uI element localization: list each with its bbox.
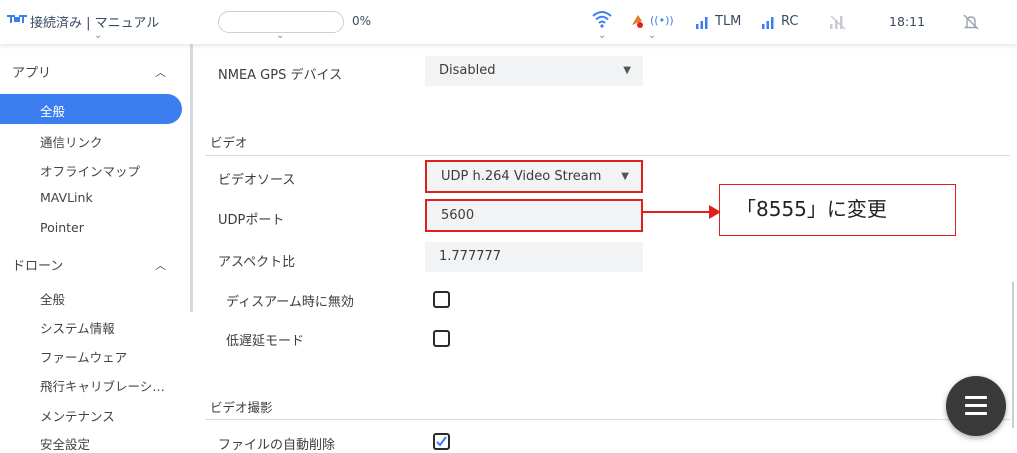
udp-port-input[interactable]: 5600: [425, 199, 643, 232]
low-latency-checkbox[interactable]: [433, 330, 450, 347]
sidebar-item-maintenance[interactable]: メンテナンス: [40, 406, 115, 425]
disable-on-disarm-checkbox[interactable]: [433, 291, 450, 308]
no-signal-icon[interactable]: [829, 14, 847, 34]
chevron-down-icon[interactable]: ⌄: [648, 30, 656, 41]
annotation-callout: 「8555」に変更: [719, 184, 956, 236]
chevron-up-icon[interactable]: ︿: [155, 257, 166, 273]
auto-delete-checkbox[interactable]: [433, 433, 450, 450]
sidebar-item-general[interactable]: 全般: [0, 94, 182, 124]
tlm-label[interactable]: TLM: [715, 14, 741, 29]
aspect-ratio-value: 1.777777: [439, 249, 502, 264]
dropdown-arrow-icon: ▼: [621, 171, 629, 182]
sidebar-item-firmware[interactable]: ファームウェア: [40, 347, 127, 366]
video-recording-section-title: ビデオ撮影: [210, 400, 273, 415]
sidebar-item-calibration[interactable]: 飛行キャリブレーシ…: [40, 376, 165, 395]
menu-fab-button[interactable]: [946, 376, 1006, 436]
chevron-up-icon[interactable]: ︿: [155, 64, 166, 80]
sidebar-item-pointer[interactable]: Pointer: [40, 220, 84, 235]
signal-icon: [761, 14, 777, 33]
disable-on-disarm-label: ディスアーム時に無効: [226, 295, 354, 310]
chevron-down-icon[interactable]: ⌄: [94, 30, 102, 41]
video-source-value: UDP h.264 Video Stream: [441, 169, 602, 184]
annotation-arrow: [643, 205, 721, 219]
drone-icon[interactable]: [6, 12, 28, 32]
video-source-label: ビデオソース: [218, 173, 296, 188]
connection-status[interactable]: 接続済み | マニュアル: [30, 12, 159, 31]
auto-delete-label: ファイルの自動削除: [218, 438, 336, 453]
bell-off-icon[interactable]: [962, 13, 980, 35]
chevron-down-icon[interactable]: ⌄: [276, 30, 284, 41]
udp-port-label: UDPポート: [218, 213, 285, 228]
nmea-gps-label: NMEA GPS デバイス: [218, 68, 343, 83]
top-toolbar: 接続済み | マニュアル ⌄ ⌄ 0% ⌄ ((•)) ⌄ TLM RC 18:…: [0, 0, 1017, 44]
sidebar-section-drone[interactable]: ドローン: [12, 255, 63, 274]
chevron-down-icon[interactable]: ⌄: [598, 30, 606, 41]
low-latency-label: 低遅延モード: [226, 334, 305, 349]
video-source-select[interactable]: UDP h.264 Video Stream ▼: [425, 160, 643, 193]
clock: 18:11: [889, 14, 926, 29]
nmea-gps-value: Disabled: [439, 63, 496, 78]
section-divider: [205, 155, 1010, 156]
video-section-title: ビデオ: [210, 135, 248, 150]
signal-icon: [695, 14, 711, 33]
check-icon: [436, 436, 447, 447]
sidebar-item-comm-links[interactable]: 通信リンク: [40, 132, 103, 151]
sidebar-item-safety[interactable]: 安全設定: [40, 434, 90, 453]
sidebar-scrollbar[interactable]: [190, 44, 193, 312]
sidebar-item-system-info[interactable]: システム情報: [40, 318, 115, 337]
sidebar-item-drone-general[interactable]: 全般: [40, 289, 65, 308]
section-divider: [205, 419, 1010, 420]
aspect-ratio-label: アスペクト比: [218, 255, 296, 270]
udp-port-value: 5600: [441, 208, 475, 223]
wifi-icon[interactable]: [591, 10, 613, 32]
sidebar-item-offline-maps[interactable]: オフラインマップ: [40, 161, 140, 180]
sidebar-item-label: 全般: [40, 104, 66, 119]
nmea-gps-select[interactable]: Disabled ▼: [425, 56, 643, 86]
svg-text:((•)): ((•)): [650, 14, 674, 27]
aspect-ratio-input[interactable]: 1.777777: [425, 242, 643, 272]
rc-label[interactable]: RC: [781, 14, 798, 29]
main-scrollbar[interactable]: [1012, 282, 1014, 428]
sidebar-section-app[interactable]: アプリ: [12, 62, 51, 81]
progress-percent: 0%: [352, 14, 372, 28]
sidebar-item-mavlink[interactable]: MAVLink: [40, 190, 93, 205]
dropdown-arrow-icon: ▼: [623, 65, 631, 76]
